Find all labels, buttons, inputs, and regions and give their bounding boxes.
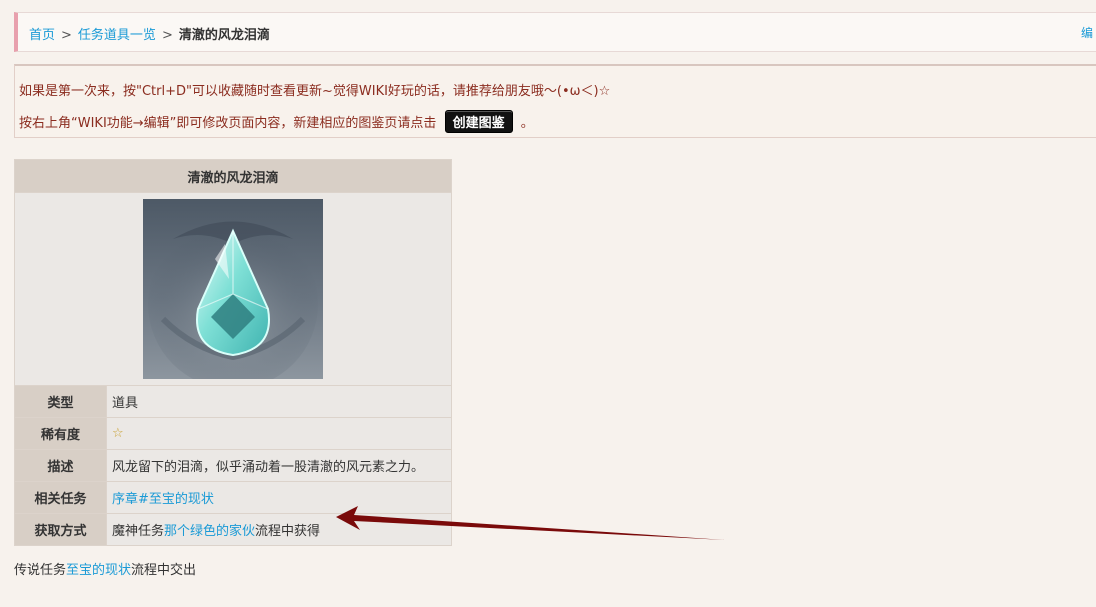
obtain-prefix: 魔神任务: [112, 524, 165, 539]
wind-dragon-tear-image: [143, 199, 323, 389]
obtain-suffix: 流程中获得: [255, 524, 321, 539]
notice-line-2-text: 按右上角“WIKI功能→编辑”即可修改页面内容，新建相应的图鉴页请点击: [19, 116, 437, 131]
row-label: 获取方式: [14, 513, 107, 546]
footer-quest-link[interactable]: 至宝的现状: [66, 563, 131, 578]
annotation-arrow-icon: [336, 506, 725, 540]
footer-line: 传说任务至宝的现状流程中交出: [14, 559, 196, 578]
item-infobox: 清澈的风龙泪滴 类型 道具 稀有度 ☆ 描述 风龙留下的泪滴，似乎涌动着一股清澈…: [14, 159, 452, 546]
edit-link[interactable]: 编: [1081, 24, 1093, 41]
infobox-row-rarity: 稀有度 ☆: [14, 417, 452, 450]
footer-suffix: 流程中交出: [131, 563, 197, 578]
row-label: 类型: [14, 385, 107, 418]
row-label: 稀有度: [14, 417, 107, 450]
infobox-image-cell: [14, 192, 452, 389]
infobox-title: 清澈的风龙泪滴: [14, 159, 452, 193]
breadcrumb-current: 清澈的风龙泪滴: [178, 28, 270, 43]
row-value: 风龙留下的泪滴，似乎涌动着一股清澈的风元素之力。: [106, 449, 452, 482]
infobox-row-description: 描述 风龙留下的泪滴，似乎涌动着一股清澈的风元素之力。: [14, 449, 452, 482]
breadcrumb-list-link[interactable]: 任务道具一览: [78, 28, 156, 43]
related-quest-link[interactable]: 序章#至宝的现状: [112, 492, 214, 507]
notice-line-2-suffix: 。: [520, 116, 534, 131]
notice-line-2: 按右上角“WIKI功能→编辑”即可修改页面内容，新建相应的图鉴页请点击 创建图鉴…: [19, 110, 534, 133]
row-label: 相关任务: [14, 481, 107, 514]
breadcrumb-bar: 首页 > 任务道具一览 > 清澈的风龙泪滴 编: [14, 12, 1096, 52]
breadcrumb: 首页 > 任务道具一览 > 清澈的风龙泪滴: [29, 24, 270, 43]
obtain-quest-link[interactable]: 那个绿色的家伙: [164, 524, 255, 539]
row-label: 描述: [14, 449, 107, 482]
breadcrumb-separator: >: [161, 28, 173, 43]
create-entry-button[interactable]: 创建图鉴: [444, 110, 513, 133]
notice-box: 如果是第一次来，按"Ctrl+D"可以收藏随时查看更新~觉得WIKI好玩的话，请…: [14, 64, 1096, 138]
breadcrumb-separator: >: [61, 28, 72, 43]
breadcrumb-home-link[interactable]: 首页: [29, 28, 55, 43]
row-value: 道具: [106, 385, 452, 418]
notice-line-1: 如果是第一次来，按"Ctrl+D"可以收藏随时查看更新~觉得WIKI好玩的话，请…: [19, 84, 611, 99]
infobox-row-type: 类型 道具: [14, 385, 452, 418]
footer-prefix: 传说任务: [14, 563, 67, 578]
star-icon: ☆: [112, 426, 124, 441]
